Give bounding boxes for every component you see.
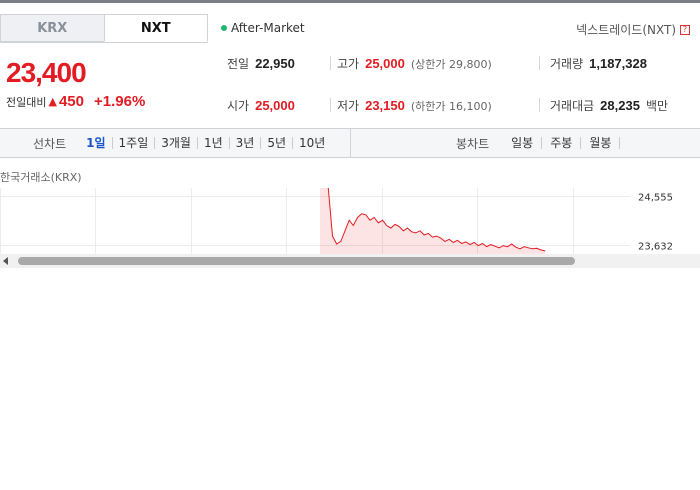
quote-info-grid: 전일 22,950 고가 25,000 (상한가 29,800) 거래량 1,1…: [209, 53, 699, 113]
period-3m[interactable]: 3개월: [155, 137, 198, 149]
turnover-unit: 백만: [645, 99, 669, 113]
upper-limit-note: (상한가 29,800): [410, 58, 492, 71]
volume-value: 1,187,328: [589, 56, 647, 71]
open-label: 시가: [227, 99, 250, 113]
period-bar-divider: [350, 129, 351, 157]
nxt-link-label[interactable]: 넥스트레이드(NXT): [576, 21, 676, 38]
volume: 거래량 1,187,328: [550, 55, 647, 72]
day-high: 고가 25,000 (상한가 29,800): [337, 55, 492, 72]
line-chart-tabs: 선차트 1일 1주일 3개월 1년 3년 5년 10년: [33, 129, 331, 157]
price-summary: 23,400 전일대비 ▲ 450 +1.96%: [0, 42, 208, 128]
nxt-info-link[interactable]: 넥스트레이드(NXT) ?: [576, 21, 690, 38]
change-value: 450: [58, 93, 84, 110]
divider: [330, 98, 331, 112]
period-1d[interactable]: 1일: [80, 137, 113, 149]
prev-close: 전일 22,950: [227, 55, 295, 72]
divider: [539, 56, 540, 70]
chart-horizontal-scrollbar[interactable]: [0, 254, 700, 268]
candle-daily[interactable]: 일봉: [503, 137, 543, 149]
status-dot-icon: [221, 25, 227, 31]
session-status: After-Market: [221, 21, 305, 35]
volume-label: 거래량: [550, 57, 584, 71]
tab-nxt[interactable]: NXT: [103, 14, 208, 42]
candle-monthly[interactable]: 월봉: [581, 137, 621, 149]
scroll-thumb[interactable]: [18, 257, 575, 265]
period-5y[interactable]: 5년: [261, 137, 294, 149]
y-axis-ticks: 24,555 23,632: [638, 193, 673, 253]
divider: [330, 56, 331, 70]
tab-krx[interactable]: KRX: [0, 14, 104, 42]
session-status-label: After-Market: [231, 21, 305, 35]
candle-chart-tabs: 봉차트 일봉 주봉 월봉: [456, 129, 621, 157]
turnover-label: 거래대금: [550, 99, 595, 113]
candle-chart-label: 봉차트: [456, 136, 490, 151]
prev-close-label: 전일: [227, 57, 250, 71]
high-value: 25,000: [365, 56, 405, 71]
line-chart-label: 선차트: [33, 136, 67, 151]
y-tick-label: 23,632: [638, 242, 673, 253]
change-label: 전일대비: [6, 95, 47, 109]
period-1y[interactable]: 1년: [198, 137, 230, 149]
change-percent: +1.96%: [93, 93, 146, 110]
intraday-price-chart: 24,555 23,632: [0, 188, 673, 256]
period-1w[interactable]: 1주일: [113, 137, 156, 149]
divider: [539, 98, 540, 112]
exchange-caption: 한국거래소(KRX): [0, 171, 82, 184]
chart-grid: [0, 188, 630, 256]
candle-weekly[interactable]: 주봉: [542, 137, 582, 149]
turnover-value: 28,235: [600, 98, 640, 113]
period-10y[interactable]: 10년: [293, 137, 331, 149]
market-tabs: KRX NXT: [0, 14, 208, 42]
prev-close-value: 22,950: [255, 56, 295, 71]
day-low: 저가 23,150 (하한가 16,100): [337, 97, 492, 114]
low-label: 저가: [337, 99, 360, 113]
high-label: 고가: [337, 57, 360, 71]
scroll-left-arrow-icon[interactable]: [3, 257, 8, 265]
lower-limit-note: (하한가 16,100): [410, 100, 492, 113]
help-icon[interactable]: ?: [680, 24, 690, 35]
open-price: 시가 25,000: [227, 97, 295, 114]
period-3y[interactable]: 3년: [230, 137, 262, 149]
y-tick-label: 24,555: [638, 193, 673, 204]
low-value: 23,150: [365, 98, 405, 113]
turnover: 거래대금 28,235 백만: [550, 97, 668, 114]
open-value: 25,000: [255, 98, 295, 113]
price-change: 전일대비 ▲ 450 +1.96%: [6, 93, 145, 110]
price-area: [320, 188, 545, 256]
current-price: 23,400: [6, 57, 87, 88]
top-border: [0, 0, 700, 3]
chart-period-bar: 선차트 1일 1주일 3개월 1년 3년 5년 10년 봉차트 일봉 주봉 월봉: [0, 128, 700, 158]
up-triangle-icon: ▲: [48, 95, 57, 108]
